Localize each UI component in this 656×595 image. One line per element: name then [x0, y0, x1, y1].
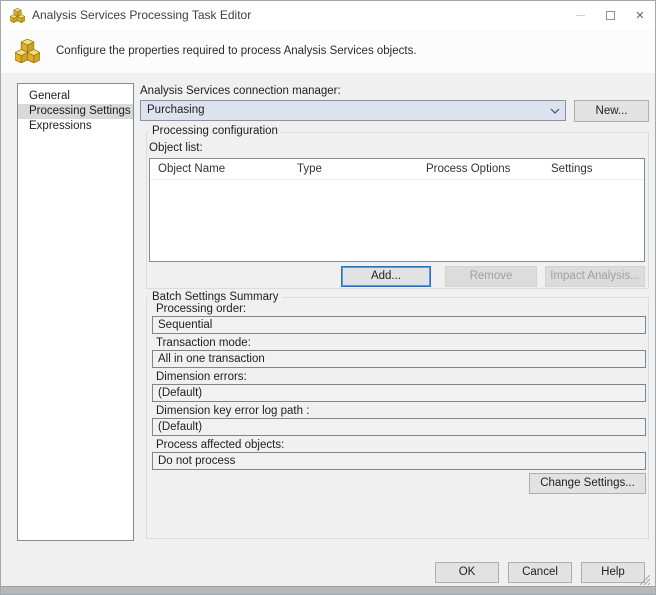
sidebar-item-expressions[interactable]: Expressions	[18, 119, 133, 134]
cancel-button[interactable]: Cancel	[508, 562, 572, 583]
dimension-errors-value: (Default)	[152, 384, 646, 402]
process-affected-objects-label: Process affected objects:	[156, 439, 285, 451]
process-affected-objects-value: Do not process	[152, 452, 646, 470]
impact-analysis-button[interactable]: Impact Analysis...	[545, 266, 645, 287]
change-settings-button[interactable]: Change Settings...	[529, 473, 646, 494]
column-header-settings: Settings	[551, 163, 593, 175]
dialog-window: Analysis Services Processing Task Editor…	[0, 0, 656, 595]
transaction-mode-label: Transaction mode:	[156, 337, 251, 349]
column-header-type: Type	[297, 163, 322, 175]
connection-manager-combobox[interactable]: Purchasing	[140, 100, 566, 121]
minimize-button[interactable]	[565, 1, 595, 30]
processing-order-value: Sequential	[152, 316, 646, 334]
object-list-label: Object list:	[149, 142, 203, 154]
dialog-header: Configure the properties required to pro…	[1, 30, 655, 73]
object-list-header-row: Object Name Type Process Options Setting…	[150, 159, 644, 180]
column-header-process-options: Process Options	[426, 163, 511, 175]
window-title: Analysis Services Processing Task Editor	[32, 8, 252, 22]
dimension-key-error-log-path-value: (Default)	[152, 418, 646, 436]
chevron-down-icon[interactable]	[550, 108, 560, 114]
dimension-key-error-log-path-label: Dimension key error log path :	[156, 405, 310, 417]
sidebar-item-processing-settings[interactable]: Processing Settings	[18, 104, 133, 119]
resize-grip[interactable]	[640, 575, 650, 585]
close-button[interactable]: ✕	[625, 1, 655, 30]
help-button[interactable]: Help	[581, 562, 645, 583]
page-list: General Processing Settings Expressions	[17, 83, 134, 541]
close-icon: ✕	[635, 10, 645, 22]
column-header-object-name: Object Name	[158, 163, 226, 175]
app-cube-icon	[10, 8, 25, 23]
new-connection-button[interactable]: New...	[574, 100, 649, 122]
ok-button[interactable]: OK	[435, 562, 499, 583]
processing-configuration-label: Processing configuration	[149, 125, 281, 137]
dimension-errors-label: Dimension errors:	[156, 371, 247, 383]
processing-order-label: Processing order:	[156, 303, 247, 315]
connection-manager-label: Analysis Services connection manager:	[140, 85, 341, 97]
transaction-mode-value: All in one transaction	[152, 350, 646, 368]
remove-button[interactable]: Remove	[445, 266, 537, 287]
add-button[interactable]: Add...	[341, 266, 431, 287]
sidebar-item-general[interactable]: General	[18, 89, 133, 104]
minimize-icon	[575, 15, 585, 16]
window-bottom-border	[1, 586, 655, 594]
maximize-button[interactable]	[595, 1, 625, 30]
object-list-table[interactable]: Object Name Type Process Options Setting…	[149, 158, 645, 262]
batch-settings-label: Batch Settings Summary	[149, 291, 282, 303]
maximize-icon	[605, 11, 615, 20]
dialog-description: Configure the properties required to pro…	[56, 45, 417, 57]
title-bar[interactable]: Analysis Services Processing Task Editor…	[1, 1, 655, 30]
analysis-services-cubes-icon	[15, 39, 40, 63]
connection-manager-value: Purchasing	[147, 104, 205, 116]
